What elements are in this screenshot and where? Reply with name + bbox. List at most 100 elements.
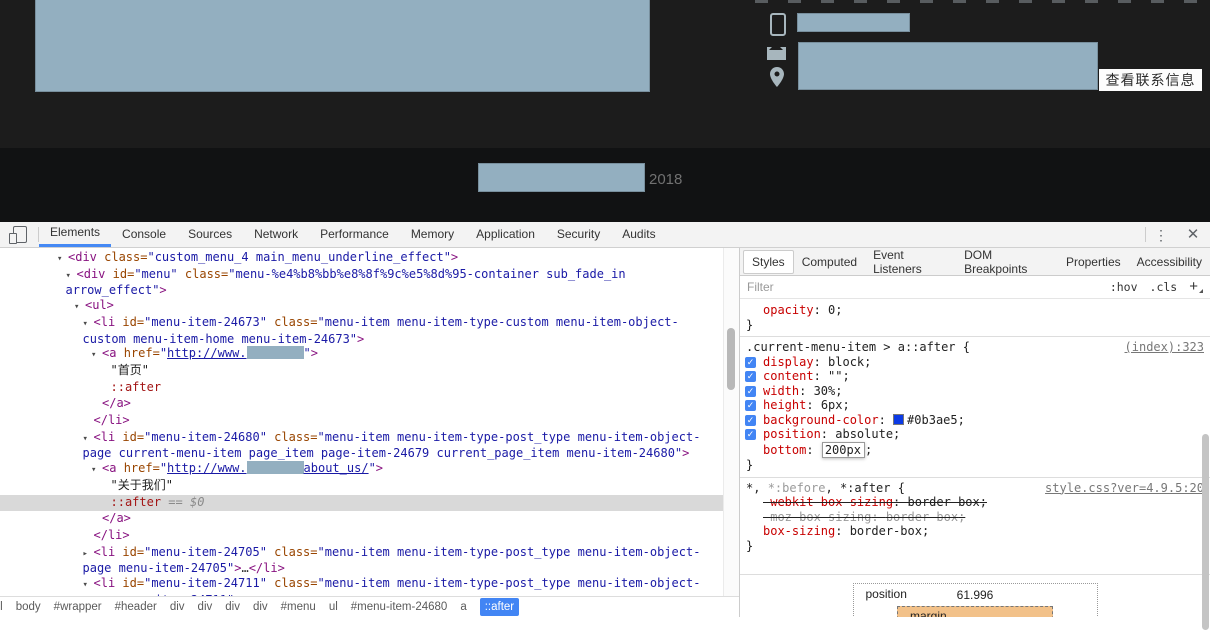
devtools-tab-elements[interactable]: Elements [39, 222, 112, 247]
css-property[interactable]: ✓ display: block; [740, 355, 1210, 370]
dom-tree-line[interactable]: ▾ <a href="http://www. about_us/"> [0, 461, 723, 478]
css-property[interactable]: -webkit-box-sizing: border-box; [740, 495, 1210, 510]
devtools-tab-audits[interactable]: Audits [611, 222, 666, 247]
close-devtools-icon[interactable]: ✕ [1176, 222, 1210, 247]
crumb-div[interactable]: div [198, 601, 213, 613]
sidebar-tab-computed[interactable]: Computed [794, 251, 865, 273]
crumb-div[interactable]: div [253, 601, 268, 613]
css-property[interactable]: bottom: 200px; [740, 441, 1210, 458]
dom-tree-line[interactable]: arrow_effect"> [0, 283, 723, 298]
crumb-ul[interactable]: ul [329, 601, 338, 613]
dom-tree-line[interactable]: ▾"首页" [0, 363, 723, 380]
devtools-tab-sources[interactable]: Sources [177, 222, 243, 247]
new-style-rule-button[interactable]: + [1189, 278, 1203, 295]
dom-tree-line[interactable]: page current-menu-item page_item page-it… [0, 446, 723, 461]
expand-arrow-icon[interactable]: ▾ [83, 317, 94, 332]
dom-tree-line[interactable]: ▾</a> [0, 396, 723, 413]
stylesheet-link[interactable]: (index):323 [1125, 340, 1204, 355]
expand-arrow-icon[interactable]: ▾ [57, 252, 68, 267]
sidebar-tab-accessibility[interactable]: Accessibility [1129, 251, 1210, 273]
property-checkbox[interactable]: ✓ [745, 385, 756, 397]
expand-arrow-icon[interactable]: ▾ [91, 348, 102, 363]
crumb-header[interactable]: #header [115, 601, 157, 613]
more-options-icon[interactable]: ⋮ [1146, 222, 1176, 247]
dom-tree-line[interactable]: ▾::after == $0 [0, 494, 723, 512]
dom-tree-line[interactable]: ▾ <li id="menu-item-24673" class="menu-it… [0, 315, 723, 332]
sidebar-tab-dom-breakpoints[interactable]: DOM Breakpoints [956, 244, 1058, 280]
rule-selector[interactable]: (index):323 .current-menu-item > a::after… [740, 340, 1210, 355]
dom-tree-line[interactable]: ▾</li> [0, 413, 723, 430]
crumb-menu[interactable]: #menu [281, 601, 316, 613]
devtools-tab-performance[interactable]: Performance [309, 222, 400, 247]
property-checkbox[interactable]: ✓ [745, 429, 756, 440]
property-checkbox[interactable]: ✓ [745, 356, 756, 368]
dom-tree-line[interactable]: ▸ <li id="menu-item-24705" class="menu-it… [0, 545, 723, 562]
property-value-editor[interactable]: 200px [821, 441, 865, 458]
expand-arrow-icon[interactable]: ▾ [83, 578, 94, 593]
dom-tree-line[interactable]: ▾ <ul> [0, 298, 723, 315]
expand-arrow-icon[interactable]: ▾ [91, 463, 102, 478]
code-link[interactable]: http://www. [167, 346, 246, 360]
dom-tree-line[interactable]: custom menu-item-home menu-item-24673"> [0, 332, 723, 347]
css-property[interactable]: ✓ height: 6px; [740, 398, 1210, 413]
elements-scrollbar[interactable] [723, 248, 739, 596]
property-value: block [828, 354, 865, 369]
crumb-html[interactable]: html [0, 601, 3, 613]
sidebar-tab-event-listeners[interactable]: Event Listeners [865, 244, 956, 280]
css-property[interactable]: ✓ content: ""; [740, 369, 1210, 384]
toggle-hover-state-button[interactable]: :hov [1110, 280, 1138, 294]
devtools-tab-security[interactable]: Security [546, 222, 611, 247]
css-property[interactable]: ✓ width: 30%; [740, 384, 1210, 399]
toggle-class-button[interactable]: .cls [1150, 280, 1178, 294]
expand-arrow-icon[interactable]: ▾ [83, 432, 94, 447]
crumb-menuitem24680[interactable]: #menu-item-24680 [351, 601, 448, 613]
scrollbar-thumb[interactable] [727, 328, 735, 390]
crumb-after[interactable]: ::after [479, 598, 520, 616]
css-property[interactable]: ✓ background-color: #0b3ae5; [740, 413, 1210, 428]
crumb-a[interactable]: a [460, 601, 466, 613]
crumb-wrapper[interactable]: #wrapper [54, 601, 102, 613]
filter-input[interactable]: Filter [747, 280, 1098, 294]
sidebar-tab-styles[interactable]: Styles [743, 249, 794, 274]
dom-tree-line[interactable]: ▾</a> [0, 511, 723, 528]
dom-tree-line[interactable]: ▾ <li id="menu-item-24711" class="menu-it… [0, 576, 723, 593]
devtools-tab-application[interactable]: Application [465, 222, 546, 247]
devtools-tab-memory[interactable]: Memory [400, 222, 465, 247]
code-link[interactable]: http://www. [167, 461, 246, 475]
css-property[interactable]: ✓ position: absolute; [740, 427, 1210, 442]
dom-tree-line[interactable]: ▾</li> [0, 528, 723, 545]
property-checkbox[interactable]: ✓ [745, 371, 756, 382]
property-checkbox[interactable]: ✓ [745, 400, 756, 411]
expand-arrow-icon[interactable]: ▾ [74, 300, 85, 315]
expand-arrow-icon[interactable]: ▾ [66, 269, 77, 284]
dom-tree-line[interactable]: ▾::after [0, 380, 723, 397]
dom-tree-line[interactable]: ▾"关于我们" [0, 478, 723, 495]
devtools-tab-network[interactable]: Network [243, 222, 309, 247]
style-rule: opacity: 0;} [740, 300, 1210, 336]
contact-info-tooltip[interactable]: 查看联系信息 [1099, 69, 1202, 91]
dom-tree-line[interactable]: ▾ <div id="menu" class="menu-%e4%b8%bb%e8… [0, 267, 723, 284]
crumb-div[interactable]: div [170, 601, 185, 613]
dom-tree-line[interactable]: page menu-item-24705">…</li> [0, 561, 723, 576]
dom-tree-line[interactable]: ▾ <div class="custom_menu_4 main_menu_und… [0, 250, 723, 267]
dom-tree-line[interactable]: ▾ <li id="menu-item-24680" class="menu-it… [0, 430, 723, 447]
stylesheet-link[interactable]: style.css?ver=4.9.5:20 [1045, 481, 1204, 496]
device-toolbar-icon[interactable] [0, 222, 38, 247]
color-swatch[interactable] [893, 413, 905, 425]
css-property[interactable]: box-sizing: border-box; [740, 524, 1210, 539]
rule-selector[interactable]: style.css?ver=4.9.5:20 *, *:before, *:aft… [740, 481, 1210, 496]
dom-tree-line[interactable]: ▾ <a href="http://www. "> [0, 346, 723, 363]
box-model-margin[interactable]: margin - border - [897, 606, 1053, 617]
code-attr: id= [122, 429, 145, 444]
expand-arrow-icon[interactable]: ▸ [83, 547, 94, 562]
code-link[interactable]: about_us/ [304, 461, 369, 475]
sidebar-tab-properties[interactable]: Properties [1058, 251, 1129, 273]
devtools-tab-console[interactable]: Console [111, 222, 177, 247]
css-property[interactable]: -moz-box-sizing: border-box; [740, 510, 1210, 525]
box-model-position[interactable]: position 61.996 margin - border - [852, 583, 1098, 617]
crumb-body[interactable]: body [16, 601, 41, 613]
property-checkbox[interactable]: ✓ [745, 414, 756, 426]
styles-scrollbar-thumb[interactable] [1202, 434, 1209, 630]
css-property[interactable]: opacity: 0; [740, 303, 1210, 318]
crumb-div[interactable]: div [225, 601, 240, 613]
